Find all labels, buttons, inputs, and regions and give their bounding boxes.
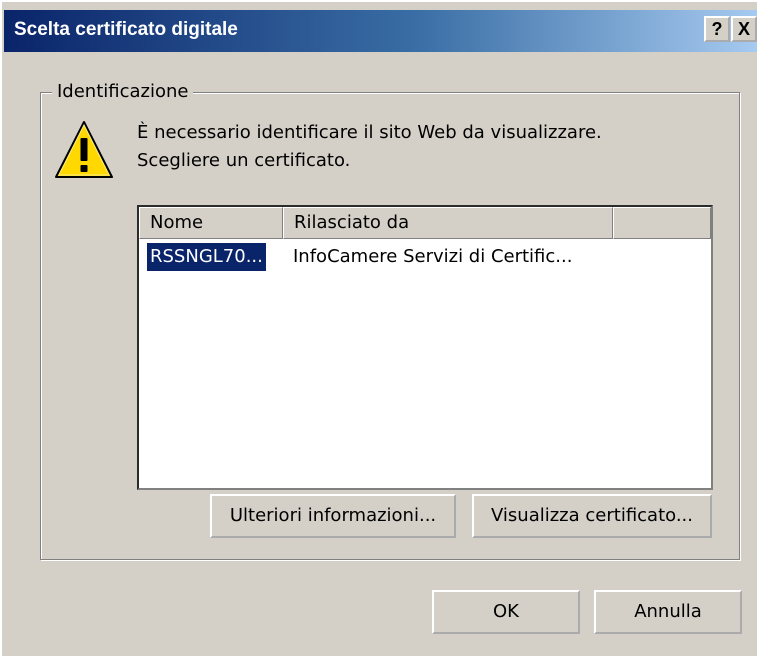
window-title: Scelta certificato digitale	[14, 19, 238, 40]
more-info-button[interactable]: Ulteriori informazioni...	[210, 494, 456, 538]
certificate-row[interactable]: RSSNGL70... InfoCamere Servizi di Certif…	[139, 239, 711, 273]
close-button[interactable]: X	[731, 16, 757, 42]
message-line-1: È necessario identificare il sito Web da…	[137, 122, 602, 143]
message-line-2: Scegliere un certificato.	[137, 150, 351, 171]
view-certificate-button[interactable]: Visualizza certificato...	[472, 494, 712, 538]
column-header-issuer[interactable]: Rilasciato da	[283, 207, 613, 239]
certificate-list[interactable]: Nome Rilasciato da RSSNGL70... InfoCamer…	[137, 205, 713, 490]
title-bar[interactable]: Scelta certificato digitale ? X	[4, 10, 757, 52]
column-header-name[interactable]: Nome	[139, 207, 283, 239]
column-header-empty[interactable]	[613, 207, 711, 239]
certificate-name-cell[interactable]: RSSNGL70...	[147, 243, 266, 271]
certificate-issuer-cell[interactable]: InfoCamere Servizi di Certific...	[293, 243, 572, 271]
message-text: È necessario identificare il sito Web da…	[137, 119, 602, 175]
cancel-button[interactable]: Annulla	[594, 590, 742, 634]
group-label: Identificazione	[52, 81, 194, 102]
help-button[interactable]: ?	[704, 16, 730, 42]
dialog-window: Scelta certificato digitale ? X Identifi…	[0, 0, 757, 656]
warning-icon	[55, 121, 113, 178]
ok-button[interactable]: OK	[432, 590, 580, 634]
